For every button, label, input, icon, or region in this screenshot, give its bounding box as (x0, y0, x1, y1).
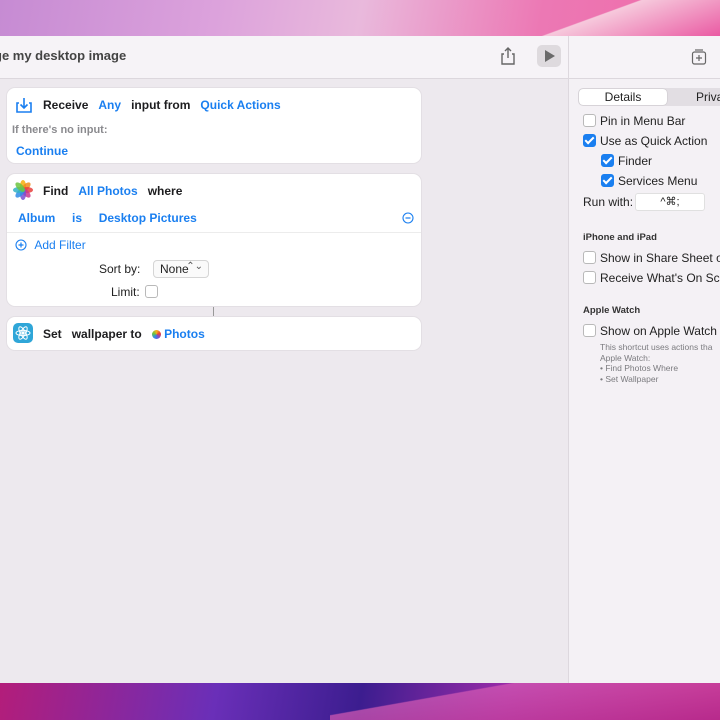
remove-filter-icon[interactable] (402, 212, 414, 227)
wallpaper-icon (13, 323, 33, 343)
show-on-watch-checkbox[interactable] (583, 324, 596, 338)
receive-onscreen-row[interactable]: Receive What's On Scre (583, 271, 720, 285)
wallpaper-to-label: wallpaper to (71, 327, 142, 341)
watch-note-line: • Set Wallpaper (600, 373, 659, 384)
use-quick-action-checkbox[interactable] (583, 134, 596, 148)
filter-operator-token[interactable]: is (72, 211, 82, 225)
find-verb: Find (43, 184, 69, 198)
run-button[interactable] (537, 45, 561, 67)
tab-details[interactable]: Details (579, 89, 667, 105)
photos-variable-token[interactable]: Photos (164, 327, 205, 341)
watch-note-line: Apple Watch: (600, 352, 651, 363)
services-menu-row[interactable]: Services Menu (601, 174, 697, 188)
limit-checkbox[interactable] (145, 285, 158, 299)
add-to-dock-icon[interactable] (691, 48, 707, 69)
shortcut-title[interactable]: ge my desktop image (0, 48, 126, 63)
details-sidebar: Details Priva Pin in Menu Bar Use as Qui… (568, 36, 720, 683)
input-type-token[interactable]: Any (98, 98, 121, 112)
sidebar-segmented-control: Details Priva (578, 88, 720, 106)
input-source-token[interactable]: Quick Actions (200, 98, 280, 112)
set-verb: Set (43, 327, 62, 341)
add-icon (15, 239, 27, 251)
use-quick-action-row[interactable]: Use as Quick Action (583, 134, 707, 148)
watch-note: This shortcut uses actions tha Apple Wat… (600, 342, 712, 384)
finder-label: Finder (618, 154, 653, 168)
limit-label: Limit: (111, 285, 140, 299)
run-with-label: Run with: (583, 195, 634, 209)
filter-value-token[interactable]: Desktop Pictures (99, 211, 197, 225)
receive-onscreen-label: Receive What's On Scre (600, 271, 720, 285)
watch-note-line: This shortcut uses actions tha (600, 342, 713, 352)
keyboard-shortcut-field[interactable]: ^⌘; (635, 193, 705, 211)
show-on-watch-row[interactable]: Show on Apple Watch (583, 324, 717, 338)
action-connector-line (213, 307, 214, 316)
share-sheet-checkbox[interactable] (583, 251, 596, 265)
photos-app-icon (13, 180, 33, 200)
desktop-wallpaper-top (0, 0, 720, 36)
find-photos-action-card[interactable]: Find All Photos where Album is Desktop P… (7, 174, 421, 306)
input-from-label: input from (131, 98, 191, 112)
where-label: where (147, 184, 183, 198)
sort-by-label: Sort by: (99, 262, 141, 276)
shortcut-editor: ge my desktop image Receive Any input fr… (0, 36, 568, 683)
no-input-label: If there's no input: (12, 124, 108, 136)
filter-divider (7, 232, 421, 233)
watch-note-line: • Find Photos Where (600, 363, 679, 373)
finder-checkbox[interactable] (601, 154, 614, 168)
pin-menu-bar-row[interactable]: Pin in Menu Bar (583, 114, 685, 128)
show-on-watch-label: Show on Apple Watch (600, 324, 717, 338)
editor-toolbar: ge my desktop image (0, 36, 568, 79)
no-input-behavior-token[interactable]: Continue (16, 144, 68, 158)
iphone-ipad-header: iPhone and iPad (583, 232, 657, 243)
photos-variable-icon (151, 330, 161, 339)
shortcuts-window: ge my desktop image Receive Any input fr… (0, 36, 720, 683)
play-icon (545, 50, 555, 62)
share-sheet-label: Show in Share Sheet on (600, 251, 720, 265)
receive-verb: Receive (43, 98, 89, 112)
sort-by-value: None (160, 262, 189, 276)
receive-onscreen-checkbox[interactable] (583, 271, 596, 285)
share-icon[interactable] (499, 46, 517, 66)
tab-privacy[interactable]: Priva (696, 88, 720, 106)
pin-menu-bar-checkbox[interactable] (583, 114, 596, 128)
apple-watch-header: Apple Watch (583, 305, 641, 316)
receive-icon (14, 95, 34, 115)
use-quick-action-label: Use as Quick Action (600, 134, 708, 148)
pin-menu-bar-label: Pin in Menu Bar (600, 114, 686, 128)
filter-field-token[interactable]: Album (18, 211, 55, 225)
desktop-wallpaper-bottom (0, 683, 720, 720)
updown-chevron-icon: ⌃⌄ (186, 261, 203, 272)
services-menu-checkbox[interactable] (601, 174, 614, 188)
sort-by-select[interactable]: None ⌃⌄ (153, 260, 209, 278)
sidebar-toolbar (569, 36, 720, 79)
services-menu-label: Services Menu (618, 174, 698, 188)
add-filter-button[interactable]: Add Filter (15, 238, 86, 252)
find-target-token[interactable]: All Photos (78, 184, 137, 198)
share-sheet-row[interactable]: Show in Share Sheet on (583, 251, 720, 265)
add-filter-label: Add Filter (34, 238, 86, 252)
finder-row[interactable]: Finder (601, 154, 652, 168)
receive-action-card[interactable]: Receive Any input from Quick Actions If … (7, 88, 421, 163)
set-wallpaper-action-card[interactable]: Set wallpaper to Photos (7, 317, 421, 350)
